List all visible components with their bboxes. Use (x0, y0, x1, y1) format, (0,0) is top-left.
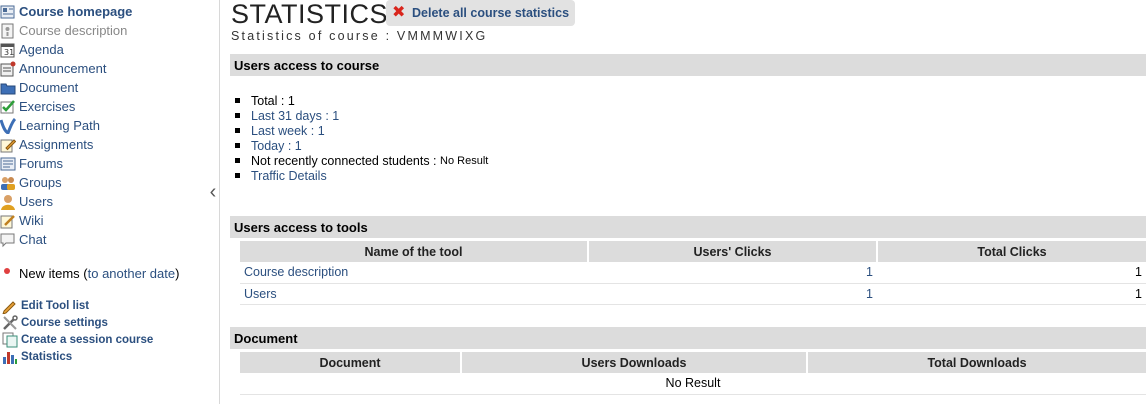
delete-statistics-button[interactable]: ✖ Delete all course statistics (386, 0, 576, 26)
pencil-icon (0, 138, 16, 152)
table-header-row: Document Users Downloads Total Downloads (240, 352, 1146, 373)
sidebar-item-assignments[interactable]: Assignments (0, 135, 93, 154)
page-subtitle: Statistics of course : VMMMWIXG (231, 29, 488, 43)
sidebar-item-agenda[interactable]: 31 Agenda (0, 40, 64, 59)
list-item: Total : 1 (235, 93, 488, 108)
sidebar-item-label: Course description (19, 23, 128, 38)
list-item: Last 31 days : 1 (235, 108, 488, 123)
column-header: Users Downloads (461, 352, 808, 373)
column-header: Total Downloads (807, 352, 1146, 373)
user-icon (1, 194, 15, 210)
sidebar-item-users[interactable]: Users (0, 192, 53, 211)
sidebar-item-wiki[interactable]: Wiki (0, 211, 44, 230)
sidebar-item-label: Announcement (19, 61, 107, 76)
list-item: Traffic Details (235, 168, 488, 183)
sidebar-item-chat[interactable]: Chat (0, 230, 46, 249)
sidebar-item-label: Users (19, 194, 53, 209)
sidebar-item-label: Exercises (19, 99, 76, 114)
tool-name-link[interactable]: Users (244, 287, 277, 301)
chat-icon (0, 233, 15, 247)
tool-name-link[interactable]: Course description (244, 265, 348, 279)
users-clicks-link[interactable]: 1 (866, 265, 873, 279)
column-header: Users' Clicks (588, 241, 878, 262)
copy-icon (2, 332, 18, 347)
group-icon (1, 176, 15, 190)
sidebar-item-document[interactable]: Document (0, 78, 78, 97)
sidebar-item-learning-path[interactable]: Learning Path (0, 116, 100, 135)
list-item: Today : 1 (235, 138, 488, 153)
last-31-days-link[interactable]: Last 31 days : 1 (251, 109, 339, 123)
tools-table: Name of the tool Users' Clicks Total Cli… (240, 241, 1146, 305)
sidebar: Course homepage Course description 31 Ag… (0, 0, 220, 404)
today-link[interactable]: Today : 1 (251, 139, 302, 153)
svg-text:31: 31 (4, 48, 14, 57)
total-clicks: 1 (877, 283, 1146, 305)
collapse-sidebar-icon[interactable]: ‹ (207, 181, 219, 203)
total-access: Total : 1 (251, 93, 295, 108)
sidebar-item-groups[interactable]: Groups (0, 173, 62, 192)
forum-icon (0, 157, 16, 170)
not-connected-label: Not recently connected students : (251, 153, 437, 168)
section-users-access-course: Users access to course (230, 54, 1146, 76)
sidebar-item-course-description[interactable]: Course description (0, 21, 127, 40)
column-header: Document (240, 352, 462, 373)
list-item: Last week : 1 (235, 123, 488, 138)
table-row: No Result (240, 373, 1146, 395)
admin-item-label: Edit Tool list (21, 299, 90, 312)
documents-table: Document Users Downloads Total Downloads… (240, 352, 1146, 395)
not-connected-value: No Result (440, 154, 489, 167)
folder-icon (0, 83, 16, 94)
sidebar-item-label: Course homepage (19, 4, 133, 19)
delete-icon: ✖ (392, 4, 406, 21)
another-date-link[interactable]: to another date (88, 266, 175, 281)
new-items-label: New items ( (19, 266, 88, 281)
calendar-icon: 31 (0, 43, 15, 57)
announcement-icon (0, 61, 16, 76)
table-row: Course description 1 1 (240, 262, 1146, 284)
traffic-details-link[interactable]: Traffic Details (251, 169, 327, 183)
sidebar-item-label: Assignments (19, 137, 94, 152)
admin-item-label: Statistics (21, 350, 73, 363)
admin-item-label: Course settings (21, 316, 108, 329)
page-title: STATISTICS (231, 0, 389, 29)
sidebar-item-exercises[interactable]: Exercises (0, 97, 75, 116)
tools-icon (3, 314, 18, 330)
path-icon (0, 117, 16, 134)
empty-result: No Result (240, 373, 1146, 395)
new-items-suffix: ) (175, 266, 180, 281)
home-icon (0, 5, 15, 18)
sidebar-item-label: Agenda (19, 42, 64, 57)
new-items: New items (to another date) (4, 264, 179, 283)
last-week-link[interactable]: Last week : 1 (251, 124, 325, 138)
delete-statistics-label: Delete all course statistics (412, 6, 570, 20)
statistics-link[interactable]: Statistics (2, 347, 72, 366)
users-clicks-link[interactable]: 1 (866, 287, 873, 301)
info-icon (1, 23, 14, 38)
sidebar-item-announcement[interactable]: Announcement (0, 59, 106, 78)
access-stats-list: Total : 1 Last 31 days : 1 Last week : 1… (235, 93, 488, 183)
table-row: Users 1 1 (240, 283, 1146, 305)
sidebar-item-forums[interactable]: Forums (0, 154, 63, 173)
table-header-row: Name of the tool Users' Clicks Total Cli… (240, 241, 1146, 262)
section-document: Document (230, 327, 1146, 349)
bullet-icon (4, 267, 10, 274)
sidebar-item-label: Document (19, 80, 79, 95)
total-clicks: 1 (877, 262, 1146, 284)
wiki-icon (0, 214, 15, 228)
admin-item-label: Create a session course (21, 333, 154, 346)
sidebar-item-label: Wiki (19, 213, 44, 228)
sidebar-item-label: Learning Path (19, 118, 100, 133)
section-users-access-tools: Users access to tools (230, 216, 1146, 238)
column-header: Total Clicks (877, 241, 1146, 262)
sidebar-item-label: Groups (19, 175, 62, 190)
bar-chart-icon (3, 351, 17, 364)
pencil-icon (2, 300, 16, 314)
list-item: Not recently connected students : No Res… (235, 153, 488, 168)
sidebar-item-label: Forums (19, 156, 64, 171)
sidebar-item-label: Chat (19, 232, 47, 247)
checkmark-icon (0, 99, 15, 113)
column-header: Name of the tool (240, 241, 589, 262)
sidebar-item-course-homepage[interactable]: Course homepage (0, 2, 132, 21)
